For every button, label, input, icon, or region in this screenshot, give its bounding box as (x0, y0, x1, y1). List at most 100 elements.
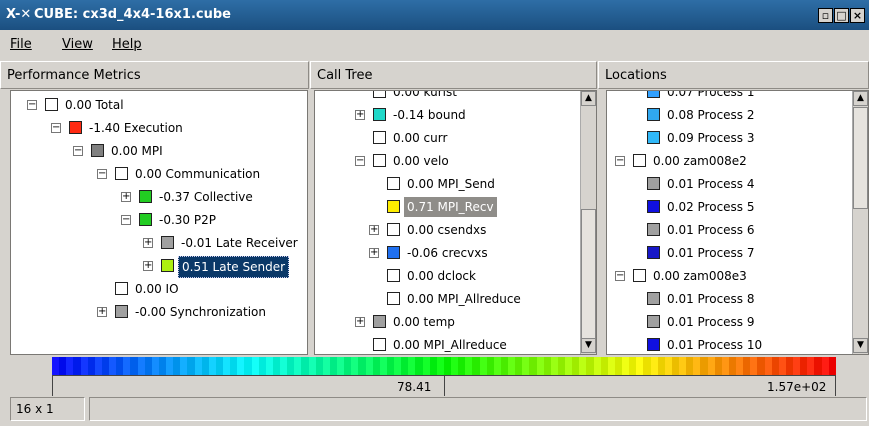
metric-row[interactable]: − 0.00 Communication (11, 164, 307, 184)
location-row[interactable]: − 0.00 zam008e3 (607, 266, 868, 286)
calltree-row[interactable]: 0.00 kurist (315, 91, 596, 102)
node-label[interactable]: -0.06 crecvxs (404, 243, 491, 263)
color-scale-segment (365, 357, 373, 375)
node-label[interactable]: -0.30 P2P (156, 210, 219, 230)
node-label[interactable]: 0.00 MPI_Send (404, 174, 498, 194)
calltree-row[interactable]: 0.00 curr (315, 128, 596, 148)
metric-row[interactable]: − -1.40 Execution (11, 118, 307, 138)
node-label[interactable]: 0.00 IO (132, 279, 182, 299)
collapse-icon[interactable]: − (97, 169, 107, 179)
node-label[interactable]: 0.08 Process 2 (664, 105, 758, 125)
expand-icon[interactable]: + (369, 225, 379, 235)
menu-help[interactable]: Help (112, 37, 142, 52)
collapse-icon[interactable]: − (615, 156, 625, 166)
calltree-row[interactable]: +0.00 csendxs (315, 220, 596, 240)
location-row[interactable]: 0.02 Process 5 (607, 197, 868, 217)
expand-icon[interactable]: + (121, 192, 131, 202)
node-label[interactable]: 0.01 Process 7 (664, 243, 758, 263)
expand-icon[interactable]: + (369, 248, 379, 258)
location-row[interactable]: 0.09 Process 3 (607, 128, 868, 148)
calltree-panel-header[interactable]: Call Tree (310, 61, 597, 89)
minimize-button[interactable]: ▫ (818, 8, 833, 23)
metric-row[interactable]: +0.51 Late Sender (11, 256, 307, 278)
node-label[interactable]: 0.00 curr (390, 128, 450, 148)
expand-icon[interactable]: + (143, 238, 153, 248)
node-label[interactable]: 0.00 velo (390, 151, 452, 171)
node-label[interactable]: 0.00 zam008e3 (650, 266, 750, 286)
calltree-row[interactable]: 0.00 dclock (315, 266, 596, 286)
metrics-panel-header[interactable]: Performance Metrics (0, 61, 309, 89)
calltree-row[interactable]: + -0.14 bound (315, 105, 596, 125)
node-label[interactable]: 0.01 Process 10 (664, 335, 765, 354)
color-scale-segment (187, 357, 195, 375)
metric-row[interactable]: + -0.37 Collective (11, 187, 307, 207)
menu-file[interactable]: File (10, 37, 32, 52)
node-label[interactable]: 0.00 Communication (132, 164, 263, 184)
node-label[interactable]: -0.00 Synchronization (132, 302, 269, 322)
node-label[interactable]: 0.00 MPI_Allreduce (404, 289, 524, 309)
node-label[interactable]: 0.00 zam008e2 (650, 151, 750, 171)
collapse-icon[interactable]: − (73, 146, 83, 156)
location-row[interactable]: 0.07 Process 1 (607, 91, 868, 102)
node-label[interactable]: 0.00 csendxs (404, 220, 489, 240)
node-label[interactable]: 0.01 Process 8 (664, 289, 758, 309)
node-label[interactable]: -0.14 bound (390, 105, 469, 125)
metric-row[interactable]: + -0.01 Late Receiver (11, 233, 307, 253)
locations-panel-header[interactable]: Locations (598, 61, 869, 89)
node-label[interactable]: 0.00 temp (390, 312, 458, 332)
calltree-row[interactable]: 0.00 MPI_Allreduce (315, 335, 596, 354)
expand-icon[interactable]: + (143, 261, 153, 271)
calltree-row[interactable]: 0.00 MPI_Send (315, 174, 596, 194)
node-label[interactable]: 0.07 Process 1 (664, 91, 758, 102)
expand-icon[interactable]: + (355, 317, 365, 327)
locations-tree[interactable]: ▲ ▼ 0.07 Process 1 0.08 Process 2 0.09 Pro… (606, 90, 869, 355)
calltree-row[interactable]: − 0.00 velo (315, 151, 596, 171)
node-label[interactable]: -0.01 Late Receiver (178, 233, 301, 253)
node-label[interactable]: 0.01 Process 9 (664, 312, 758, 332)
metric-row[interactable]: − 0.00 MPI (11, 141, 307, 161)
node-label[interactable]: 0.00 MPI_Allreduce (390, 335, 510, 354)
location-row[interactable]: 0.01 Process 8 (607, 289, 868, 309)
node-label[interactable]: 0.09 Process 3 (664, 128, 758, 148)
location-row[interactable]: 0.01 Process 6 (607, 220, 868, 240)
calltree-row[interactable]: + -0.06 crecvxs (315, 243, 596, 263)
node-label[interactable]: 0.00 dclock (404, 266, 479, 286)
calltree-row[interactable]: 0.71 MPI_Recv (315, 197, 596, 217)
collapse-icon[interactable]: − (51, 123, 61, 133)
location-row[interactable]: 0.01 Process 10 (607, 335, 868, 354)
node-label[interactable]: -0.37 Collective (156, 187, 256, 207)
location-row[interactable]: 0.08 Process 2 (607, 105, 868, 125)
metric-row[interactable]: − 0.00 Total (11, 95, 307, 115)
menu-view[interactable]: View (62, 37, 93, 52)
location-row[interactable]: 0.01 Process 7 (607, 243, 868, 263)
metric-row[interactable]: − -0.30 P2P (11, 210, 307, 230)
node-label[interactable]: 0.01 Process 6 (664, 220, 758, 240)
location-row[interactable]: 0.01 Process 4 (607, 174, 868, 194)
expand-icon[interactable]: + (97, 307, 107, 317)
metric-row[interactable]: + -0.00 Synchronization (11, 302, 307, 322)
maximize-button[interactable]: □ (834, 8, 849, 23)
node-label[interactable]: 0.51 Late Sender (178, 256, 290, 278)
collapse-icon[interactable]: − (615, 271, 625, 281)
metric-row[interactable]: 0.00 IO (11, 279, 307, 299)
collapse-icon[interactable]: − (121, 215, 131, 225)
node-value: 0.00 (393, 131, 420, 145)
node-label[interactable]: 0.71 MPI_Recv (404, 197, 497, 217)
node-label[interactable]: 0.02 Process 5 (664, 197, 758, 217)
node-label[interactable]: 0.00 Total (62, 95, 127, 115)
node-label[interactable]: -1.40 Execution (86, 118, 186, 138)
location-row[interactable]: 0.01 Process 9 (607, 312, 868, 332)
x-window-icon[interactable]: X-✕ (6, 7, 31, 22)
close-button[interactable]: × (850, 8, 865, 23)
expand-icon[interactable]: + (355, 110, 365, 120)
node-label[interactable]: 0.00 kurist (390, 91, 460, 102)
collapse-icon[interactable]: − (27, 100, 37, 110)
node-label[interactable]: 0.00 MPI (108, 141, 166, 161)
collapse-icon[interactable]: − (355, 156, 365, 166)
metrics-tree[interactable]: −0.00 Total − -1.40 Execution −0.00 MPI −0.0… (10, 90, 308, 355)
calltree-row[interactable]: +0.00 temp (315, 312, 596, 332)
calltree-row[interactable]: 0.00 MPI_Allreduce (315, 289, 596, 309)
node-label[interactable]: 0.01 Process 4 (664, 174, 758, 194)
calltree-tree[interactable]: ▲ ▼ 0.00 kurist + -0.14 bound 0.00 curr −0.0… (314, 90, 597, 355)
location-row[interactable]: − 0.00 zam008e2 (607, 151, 868, 171)
